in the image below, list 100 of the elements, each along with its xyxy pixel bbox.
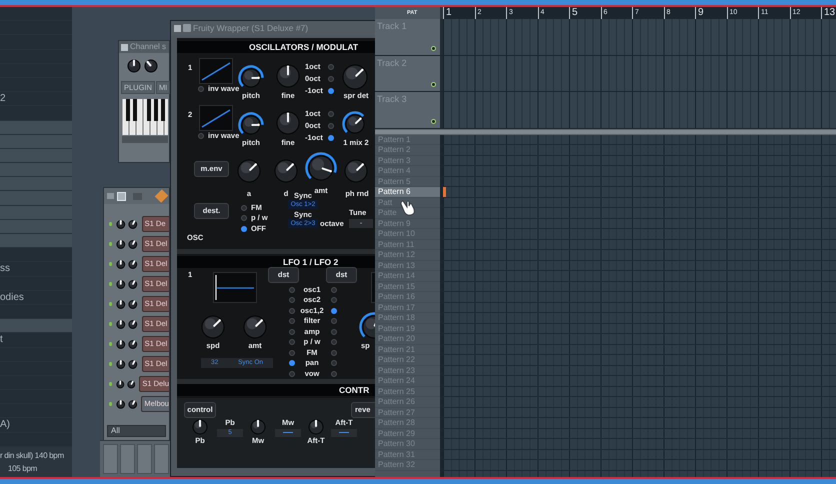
channel-led[interactable] — [109, 402, 112, 406]
radio-led[interactable] — [328, 123, 334, 129]
radio-led[interactable] — [241, 205, 247, 211]
mixer-strip[interactable] — [154, 444, 169, 474]
radio-led[interactable] — [331, 308, 337, 314]
radio-led[interactable] — [331, 339, 337, 345]
knob[interactable] — [127, 59, 141, 73]
radio-led[interactable] — [331, 297, 337, 303]
knob[interactable] — [308, 419, 324, 435]
radio-led[interactable] — [289, 297, 295, 303]
grid-icon[interactable] — [117, 192, 126, 200]
knob[interactable] — [128, 338, 138, 350]
radio-led[interactable] — [289, 360, 295, 366]
browser-row[interactable] — [0, 120, 72, 135]
pattern-item[interactable]: Pattern 6 — [375, 187, 440, 198]
radio-led[interactable] — [328, 64, 334, 70]
radio-led[interactable] — [198, 86, 204, 92]
channel-led[interactable] — [109, 302, 112, 306]
radio-led[interactable] — [331, 360, 337, 366]
knob[interactable] — [344, 159, 368, 183]
radio-led[interactable] — [331, 329, 337, 335]
browser-row[interactable] — [0, 177, 72, 192]
radio-led[interactable] — [289, 329, 295, 335]
channel-led[interactable] — [109, 222, 112, 226]
radio-led[interactable] — [328, 88, 334, 94]
browser-row[interactable] — [0, 319, 72, 334]
knob[interactable] — [116, 378, 125, 390]
radio-led[interactable] — [289, 287, 295, 293]
knob[interactable] — [126, 378, 136, 390]
radio-led[interactable] — [328, 111, 334, 117]
radio-led[interactable] — [289, 308, 295, 314]
knob[interactable] — [192, 419, 208, 435]
radio-led[interactable] — [328, 76, 334, 82]
track-led[interactable] — [431, 46, 436, 50]
knob[interactable] — [116, 298, 126, 310]
radio-led[interactable] — [328, 135, 334, 141]
knob[interactable] — [128, 318, 138, 330]
filter-field[interactable]: All — [107, 425, 166, 437]
radio-led[interactable] — [198, 133, 204, 139]
browser-item[interactable]: ss — [0, 262, 72, 277]
browser-row[interactable] — [0, 134, 72, 149]
browser-row[interactable] — [0, 163, 72, 178]
knob[interactable] — [342, 64, 368, 90]
radio-led[interactable] — [241, 215, 247, 221]
knob[interactable] — [116, 218, 126, 230]
knob[interactable] — [274, 159, 298, 183]
browser-row[interactable] — [0, 304, 72, 320]
channel-led[interactable] — [109, 362, 112, 366]
radio-led[interactable] — [289, 350, 295, 356]
browser-item[interactable]: t — [0, 333, 72, 348]
browser-item[interactable]: odies — [0, 290, 72, 305]
value-display[interactable] — [275, 429, 301, 437]
knob[interactable] — [116, 278, 126, 290]
channel-led[interactable] — [109, 382, 112, 386]
browser-item[interactable]: A) — [0, 418, 72, 433]
value-display[interactable] — [331, 429, 357, 437]
knob[interactable] — [116, 238, 126, 250]
channel-led[interactable] — [109, 242, 112, 246]
browser-row[interactable] — [0, 191, 72, 206]
knob[interactable] — [128, 298, 138, 310]
radio-led[interactable] — [331, 287, 337, 293]
knob[interactable] — [128, 358, 138, 370]
knob[interactable] — [250, 419, 266, 435]
knob[interactable] — [116, 398, 126, 410]
knob[interactable] — [201, 315, 225, 339]
knob[interactable] — [128, 398, 138, 410]
mixer-strip[interactable] — [103, 444, 118, 474]
channel-led[interactable] — [109, 342, 112, 346]
knob[interactable] — [243, 315, 267, 339]
knob[interactable] — [237, 159, 261, 183]
knob[interactable] — [128, 218, 138, 230]
radio-led[interactable] — [331, 350, 337, 356]
knob[interactable] — [116, 258, 126, 270]
radio-led[interactable] — [289, 339, 295, 345]
mixer-strip[interactable] — [120, 444, 135, 474]
knob[interactable] — [128, 238, 138, 250]
browser-row[interactable] — [0, 220, 72, 234]
knob[interactable] — [276, 64, 300, 88]
knob[interactable] — [116, 318, 126, 330]
radio-led[interactable] — [289, 371, 295, 377]
knob[interactable] — [128, 278, 138, 290]
track-led[interactable] — [431, 118, 436, 124]
knob[interactable] — [128, 258, 138, 270]
mixer-strip[interactable] — [137, 444, 152, 474]
radio-led[interactable] — [331, 318, 337, 324]
knob[interactable] — [116, 358, 126, 370]
radio-led[interactable] — [241, 226, 247, 232]
browser-row[interactable] — [0, 148, 72, 164]
knob[interactable] — [116, 338, 126, 350]
knob[interactable] — [276, 111, 300, 135]
channel-led[interactable] — [109, 322, 112, 326]
browser-row[interactable] — [0, 206, 72, 220]
radio-led[interactable] — [289, 318, 295, 324]
browser-row[interactable] — [0, 234, 72, 248]
knob[interactable] — [144, 59, 158, 73]
piano-keyboard[interactable] — [122, 99, 168, 143]
radio-led[interactable] — [331, 371, 337, 377]
browser-item[interactable]: 2 — [0, 92, 72, 106]
track-led[interactable] — [431, 82, 436, 87]
channel-led[interactable] — [109, 262, 112, 266]
